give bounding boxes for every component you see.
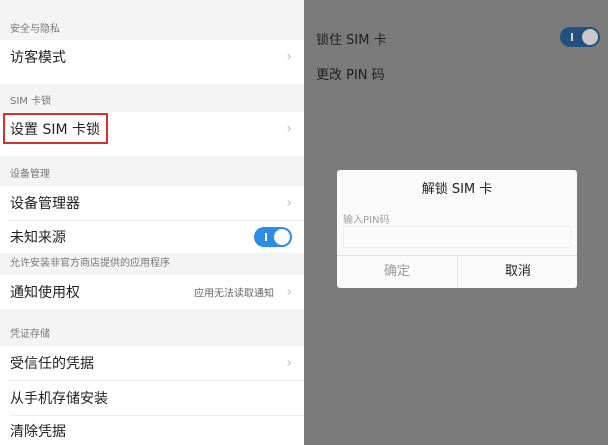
cancel-button[interactable]: 取消 <box>458 256 577 288</box>
guest-mode-item[interactable]: 访客模式 › <box>0 40 304 74</box>
install-from-storage-item[interactable]: 从手机存储安装 <box>0 381 304 415</box>
lock-sim-label[interactable]: 锁住 SIM 卡 <box>316 29 387 48</box>
unknown-sources-label: 未知来源 <box>10 230 66 246</box>
toggle-knob <box>582 29 598 45</box>
highlight-box <box>3 113 108 144</box>
change-pin-label[interactable]: 更改 PIN 码 <box>316 64 385 83</box>
guest-mode-label: 访客模式 <box>10 50 66 66</box>
unknown-sources-toggle[interactable] <box>254 227 292 247</box>
section-header-privacy-label: 安全与隐私 <box>10 24 60 35</box>
pin-input-label: 输入PIN码 <box>343 215 390 226</box>
notification-access-item[interactable]: 通知使用权 应用无法读取通知 › <box>0 275 304 309</box>
device-manager-item[interactable]: 设备管理器 › <box>0 186 304 220</box>
section-header-sim-lock-label: SIM 卡锁 <box>10 96 52 107</box>
section-header-privacy: 安全与隐私 <box>0 0 304 44</box>
chevron-right-icon: › <box>286 284 292 300</box>
chevron-right-icon: › <box>286 121 292 137</box>
chevron-right-icon: › <box>286 49 292 65</box>
device-manager-label: 设备管理器 <box>10 196 80 212</box>
clear-credentials-label: 清除凭据 <box>10 424 66 440</box>
notification-access-label: 通知使用权 <box>10 285 80 301</box>
section-header-credential-storage: 凭证存储 <box>0 309 304 346</box>
trusted-credentials-item[interactable]: 受信任的凭据 › <box>0 346 304 380</box>
unknown-sources-description-text: 允许安装非官方商店提供的应用程序 <box>10 258 170 269</box>
toggle-knob <box>274 229 290 245</box>
settings-panel: 安全与隐私 访客模式 › SIM 卡锁 设置 SIM 卡锁 › 设备管理 设备管… <box>0 0 304 445</box>
toggle-on-mark-icon <box>571 33 573 41</box>
notification-access-value: 应用无法读取通知 <box>194 288 274 300</box>
section-header-credential-storage-label: 凭证存储 <box>10 329 50 340</box>
lock-sim-toggle[interactable] <box>560 27 600 47</box>
clear-credentials-item[interactable]: 清除凭据 <box>0 416 304 445</box>
confirm-button[interactable]: 确定 <box>337 256 457 288</box>
unlock-sim-dialog: 解锁 SIM 卡 输入PIN码 确定 取消 <box>337 170 577 288</box>
chevron-right-icon: › <box>286 355 292 371</box>
trusted-credentials-label: 受信任的凭据 <box>10 356 94 372</box>
section-header-device-management: 设备管理 <box>0 156 304 186</box>
pin-input[interactable] <box>343 226 571 248</box>
section-header-sim-lock: SIM 卡锁 <box>0 84 304 112</box>
install-from-storage-label: 从手机存储安装 <box>10 391 108 407</box>
chevron-right-icon: › <box>286 195 292 211</box>
unknown-sources-item[interactable]: 未知来源 <box>0 221 304 253</box>
unknown-sources-description: 允许安装非官方商店提供的应用程序 <box>0 253 304 275</box>
section-header-device-management-label: 设备管理 <box>10 169 50 180</box>
dialog-title: 解锁 SIM 卡 <box>421 182 493 197</box>
toggle-on-mark-icon <box>265 233 267 241</box>
sim-lock-screen: 锁住 SIM 卡 更改 PIN 码 解锁 SIM 卡 输入PIN码 确定 取消 <box>304 0 608 445</box>
